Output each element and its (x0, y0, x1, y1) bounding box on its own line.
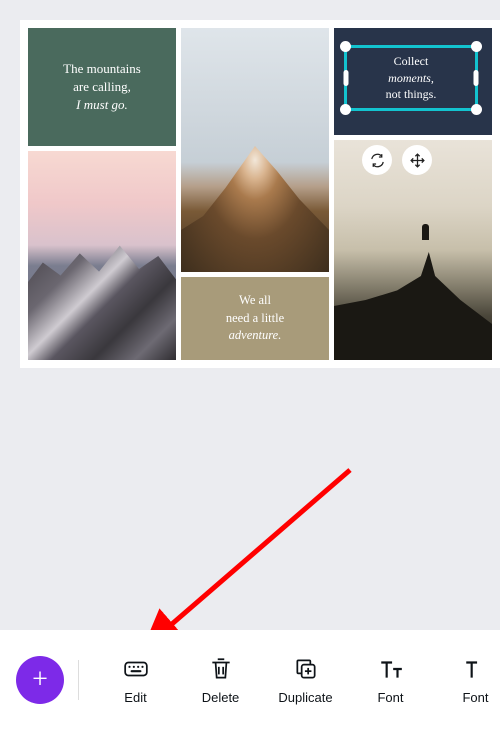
photo-tile-sunlit-peak[interactable] (181, 28, 329, 272)
text-content: We all need a little adventure. (226, 292, 284, 345)
keyboard-icon (123, 656, 149, 682)
design-canvas[interactable]: The mountains are calling, I must go. We… (20, 20, 500, 368)
text-line-italic: moments, (386, 70, 437, 87)
tool-label: Font (462, 690, 488, 705)
resize-handle-mid-left[interactable] (344, 70, 349, 86)
text-tile-mountains[interactable]: The mountains are calling, I must go. (28, 28, 176, 146)
text-line: We all (226, 292, 284, 310)
annotation-arrow (150, 460, 360, 650)
text-line: The mountains (63, 60, 141, 78)
resize-handle-top-left[interactable] (340, 41, 351, 52)
edit-button[interactable]: Edit (93, 656, 178, 705)
move-button[interactable] (402, 145, 432, 175)
trash-icon (208, 656, 234, 682)
floating-controls (362, 145, 432, 175)
selection-box[interactable]: Collect moments, not things. (344, 45, 478, 111)
rotate-icon (369, 152, 386, 169)
font-style-button[interactable]: Font (433, 656, 500, 705)
text-content: Collect moments, not things. (386, 53, 437, 103)
tool-label: Duplicate (278, 690, 332, 705)
resize-handle-bottom-right[interactable] (471, 104, 482, 115)
text-line: not things. (386, 86, 437, 103)
text-line-italic: I must go. (63, 96, 141, 114)
text-line: Collect (386, 53, 437, 70)
font-size-icon (378, 656, 404, 682)
duplicate-button[interactable]: Duplicate (263, 656, 348, 705)
toolbar-divider (78, 660, 79, 700)
move-icon (409, 152, 426, 169)
duplicate-icon (293, 656, 319, 682)
toolbar-items: Edit Delete Duplicate Font (93, 656, 500, 705)
tool-label: Font (377, 690, 403, 705)
font-button[interactable]: Font (348, 656, 433, 705)
resize-handle-bottom-left[interactable] (340, 104, 351, 115)
resize-handle-mid-right[interactable] (474, 70, 479, 86)
photo-tile-snowy-mountain[interactable] (28, 151, 176, 360)
delete-button[interactable]: Delete (178, 656, 263, 705)
font-icon (463, 656, 489, 682)
tool-label: Delete (202, 690, 240, 705)
tool-label: Edit (124, 690, 146, 705)
text-line-italic: adventure. (226, 327, 284, 345)
plus-icon: + (32, 666, 48, 694)
add-button[interactable]: + (16, 656, 64, 704)
rotate-button[interactable] (362, 145, 392, 175)
text-line: are calling, (63, 78, 141, 96)
text-content: The mountains are calling, I must go. (63, 60, 141, 115)
text-tile-adventure[interactable]: We all need a little adventure. (181, 277, 329, 360)
text-line: need a little (226, 310, 284, 328)
bottom-toolbar: + Edit Delete (0, 630, 500, 730)
resize-handle-top-right[interactable] (471, 41, 482, 52)
